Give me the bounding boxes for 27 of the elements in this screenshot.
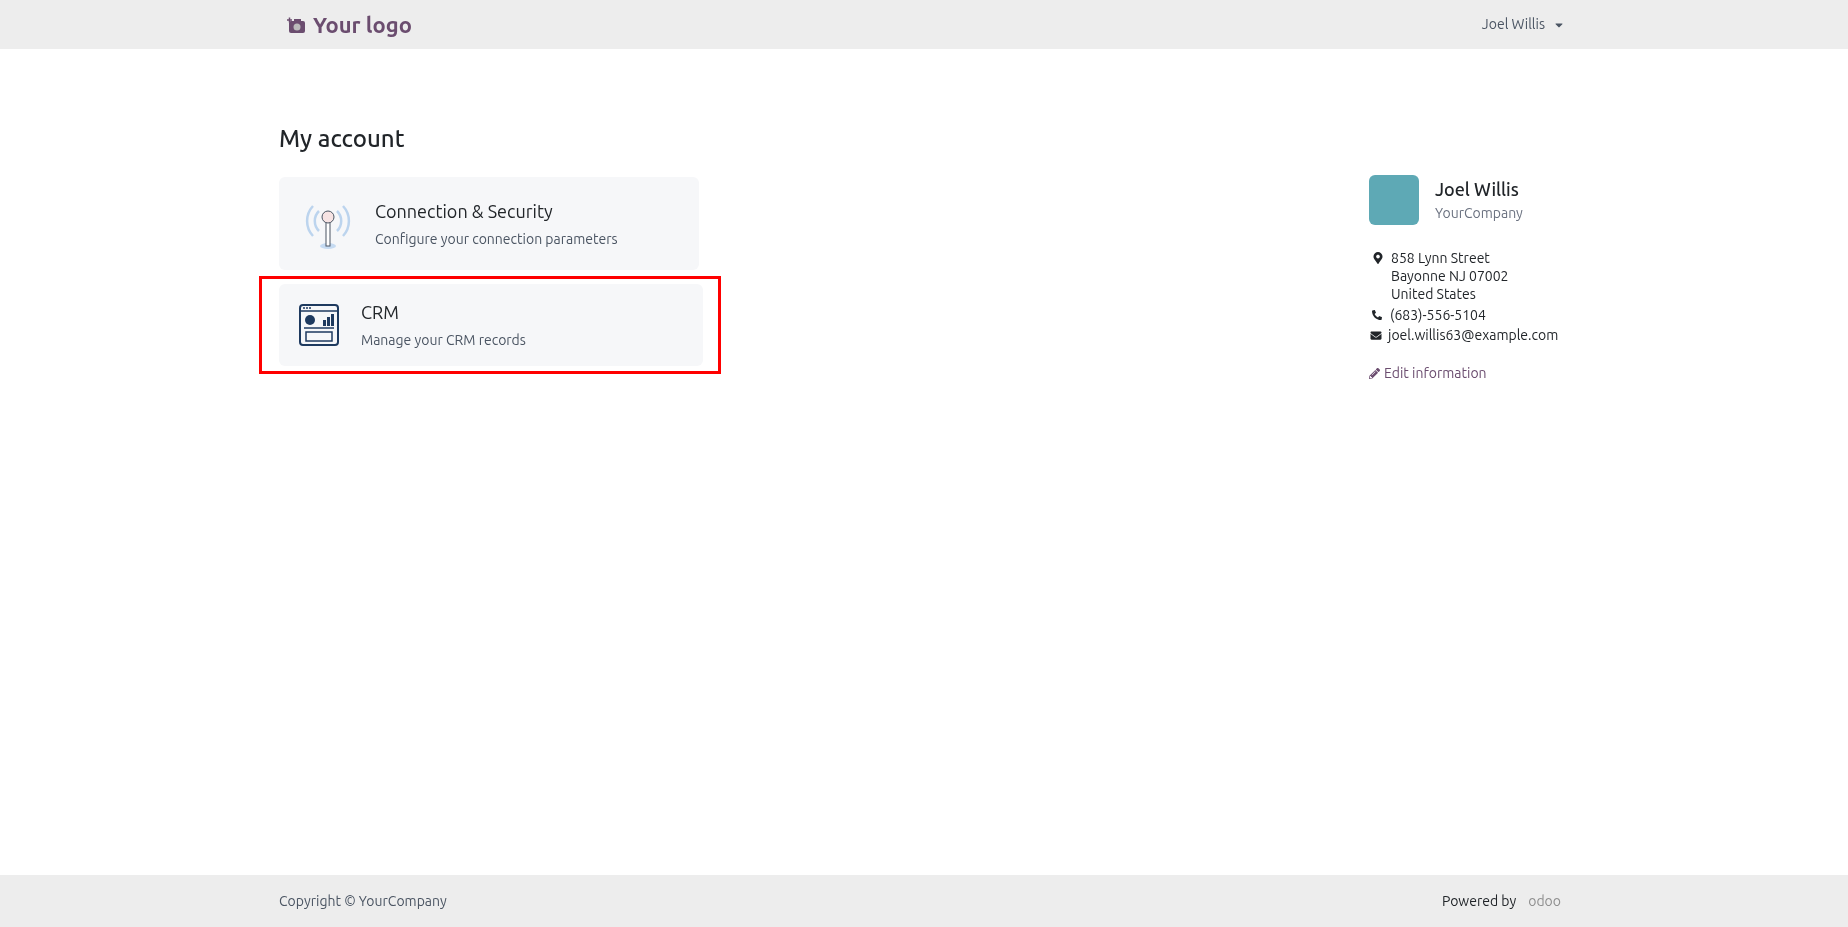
crm-dashboard-icon: [299, 304, 339, 346]
phone-icon: [1372, 310, 1382, 320]
address-line: United States: [1391, 285, 1477, 303]
copyright-text: Copyright © YourCompany: [279, 891, 447, 911]
address-line: 858 Lynn Street: [1391, 249, 1491, 267]
address-line: Bayonne NJ 07002: [1391, 267, 1509, 285]
card-title: Connection & Security: [375, 199, 554, 223]
card-subtitle: Manage your CRM records: [361, 331, 526, 350]
page-title: My account: [279, 127, 406, 151]
edit-information-link[interactable]: Edit information: [1369, 363, 1569, 384]
powered-by-text: Powered by: [1441, 891, 1517, 911]
card-title: CRM: [361, 301, 400, 324]
profile-name: Joel Willis: [1435, 178, 1520, 201]
card-subtitle: Configure your connection parameters: [375, 229, 618, 249]
envelope-icon: [1370, 329, 1382, 341]
profile-company: YourCompany: [1435, 204, 1523, 223]
pencil-icon: [1369, 368, 1380, 379]
map-pin-icon: [1373, 252, 1383, 264]
phone-number: (683)-556-5104: [1390, 306, 1486, 325]
camera-icon: [287, 16, 305, 33]
logo-link[interactable]: Your logo: [279, 4, 420, 45]
brand-logo-text: odoo: [1528, 891, 1561, 911]
avatar-placeholder: [1369, 175, 1419, 225]
account-card[interactable]: CRM Manage your CRM records: [279, 284, 703, 366]
user-menu[interactable]: Joel Willis: [1481, 14, 1565, 35]
account-card[interactable]: Connection & Security Configure your connection parameters: [279, 177, 699, 270]
email-address: joel.willis63@example.com: [1388, 326, 1559, 345]
